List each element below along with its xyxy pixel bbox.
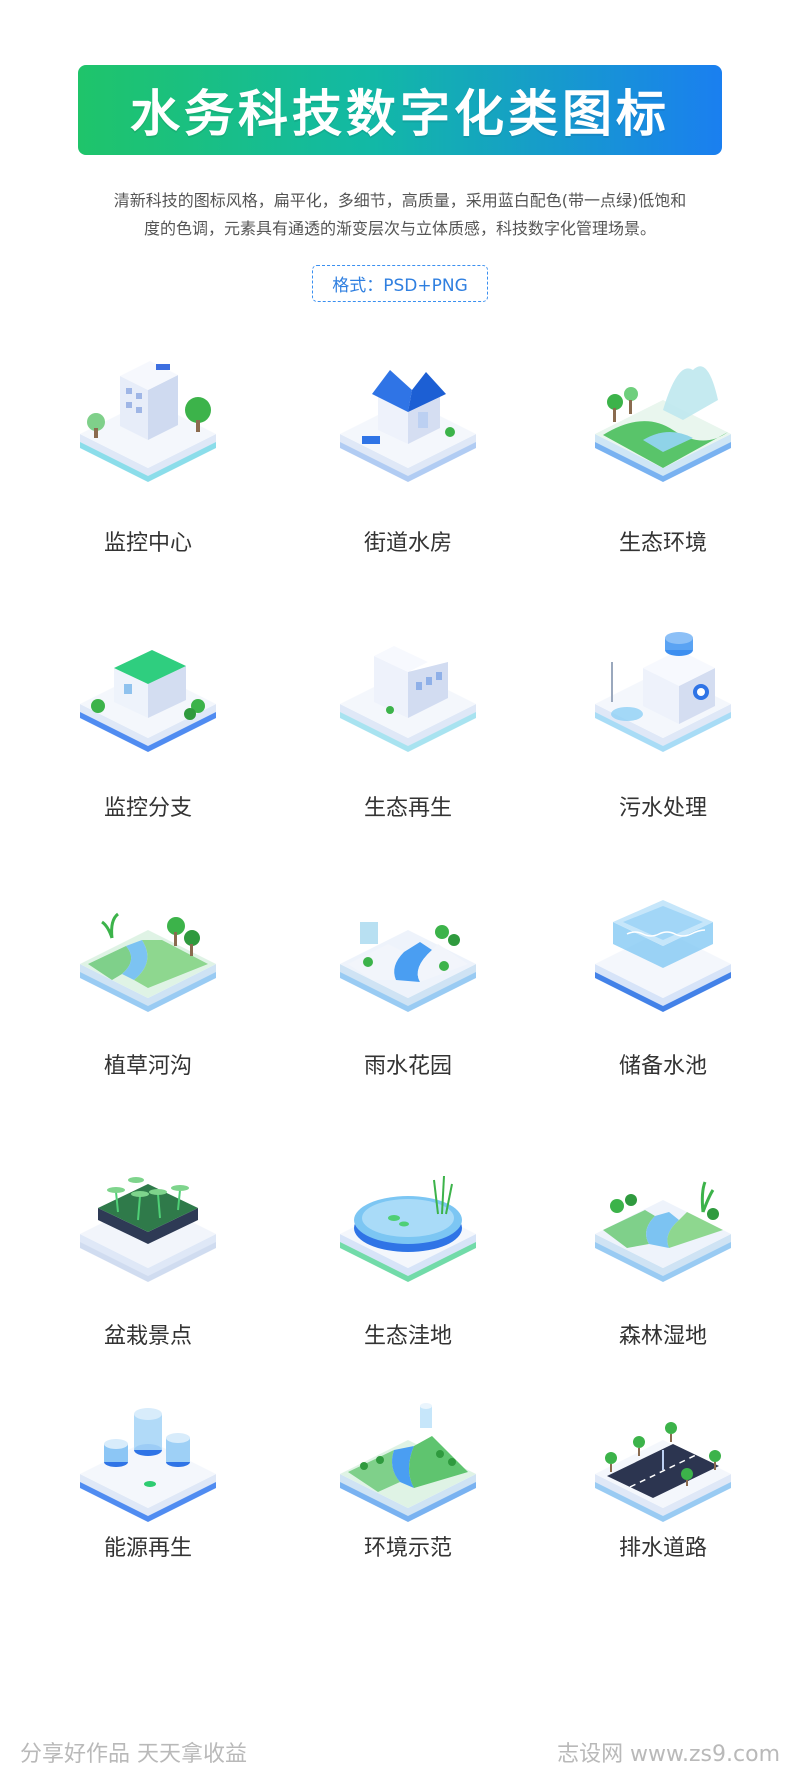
park-waterfall-icon: [583, 340, 743, 490]
icon-card: 储备水池: [553, 870, 773, 1110]
demo-landscape-icon: [328, 1380, 488, 1530]
icon-label: 盆栽景点: [103, 1324, 192, 1349]
icon-label: 监控中心: [103, 531, 192, 556]
icon-card: 能源再生: [38, 1380, 258, 1620]
icon-card: 植草河沟: [38, 870, 258, 1110]
icon-card: 污水处理: [553, 610, 773, 850]
format-tag: 格式：PSD+PNG: [312, 265, 488, 302]
treatment-plant-icon: [583, 610, 743, 760]
icon-label: 环境示范: [363, 1536, 452, 1561]
icon-card: 监控分支: [38, 610, 258, 850]
office-building-icon: [68, 340, 228, 490]
footer: 分享好作品 天天拿收益 志设网 www.zs9.com: [0, 1728, 800, 1774]
icon-label: 能源再生: [103, 1536, 192, 1561]
icon-label: 排水道路: [618, 1536, 707, 1561]
reservoir-pool-icon: [583, 870, 743, 1020]
green-roof-building-icon: [68, 610, 228, 760]
energy-tanks-icon: [68, 1380, 228, 1530]
icon-label: 监控分支: [103, 796, 192, 821]
icon-card: 监控中心: [38, 340, 258, 580]
potted-plants-icon: [68, 1140, 228, 1290]
grass-river-icon: [68, 870, 228, 1020]
icon-label: 储备水池: [618, 1054, 707, 1079]
icon-card: 生态洼地: [298, 1140, 518, 1380]
drainage-road-icon: [583, 1380, 743, 1530]
forest-wetland-icon: [583, 1140, 743, 1290]
icon-label: 生态再生: [363, 796, 452, 821]
icon-card: 生态环境: [553, 340, 773, 580]
icon-label: 森林湿地: [618, 1324, 707, 1349]
icon-label: 生态环境: [618, 531, 707, 556]
description-line-1: 清新科技的图标风格，扁平化，多细节，高质量，采用蓝白配色(带一点绿)低饱和: [113, 191, 687, 210]
title-banner: 水务科技数字化类图标: [78, 65, 722, 155]
description: 清新科技的图标风格，扁平化，多细节，高质量，采用蓝白配色(带一点绿)低饱和 度的…: [60, 187, 740, 243]
footer-watermark: 志设网 www.zs9.com: [557, 1742, 780, 1767]
icon-card: 雨水花园: [298, 870, 518, 1110]
pond-icon: [328, 1140, 488, 1290]
icon-card: 森林湿地: [553, 1140, 773, 1380]
icon-label: 雨水花园: [363, 1054, 452, 1079]
icon-card: 排水道路: [553, 1380, 773, 1620]
footer-slogan: 分享好作品 天天拿收益: [20, 1742, 247, 1767]
factory-building-icon: [328, 610, 488, 760]
rain-garden-icon: [328, 870, 488, 1020]
icon-card: 街道水房: [298, 340, 518, 580]
icon-label: 街道水房: [363, 531, 452, 556]
icon-card: 生态再生: [298, 610, 518, 850]
icon-card: 盆栽景点: [38, 1140, 258, 1380]
icon-label: 植草河沟: [103, 1054, 192, 1079]
description-line-2: 度的色调，元素具有通透的渐变层次与立体质感，科技数字化管理场景。: [143, 219, 656, 238]
icon-label: 污水处理: [618, 796, 707, 821]
page-title: 水务科技数字化类图标: [130, 85, 670, 143]
house-icon: [328, 340, 488, 490]
icon-label: 生态洼地: [363, 1324, 452, 1349]
icon-card: 环境示范: [298, 1380, 518, 1620]
